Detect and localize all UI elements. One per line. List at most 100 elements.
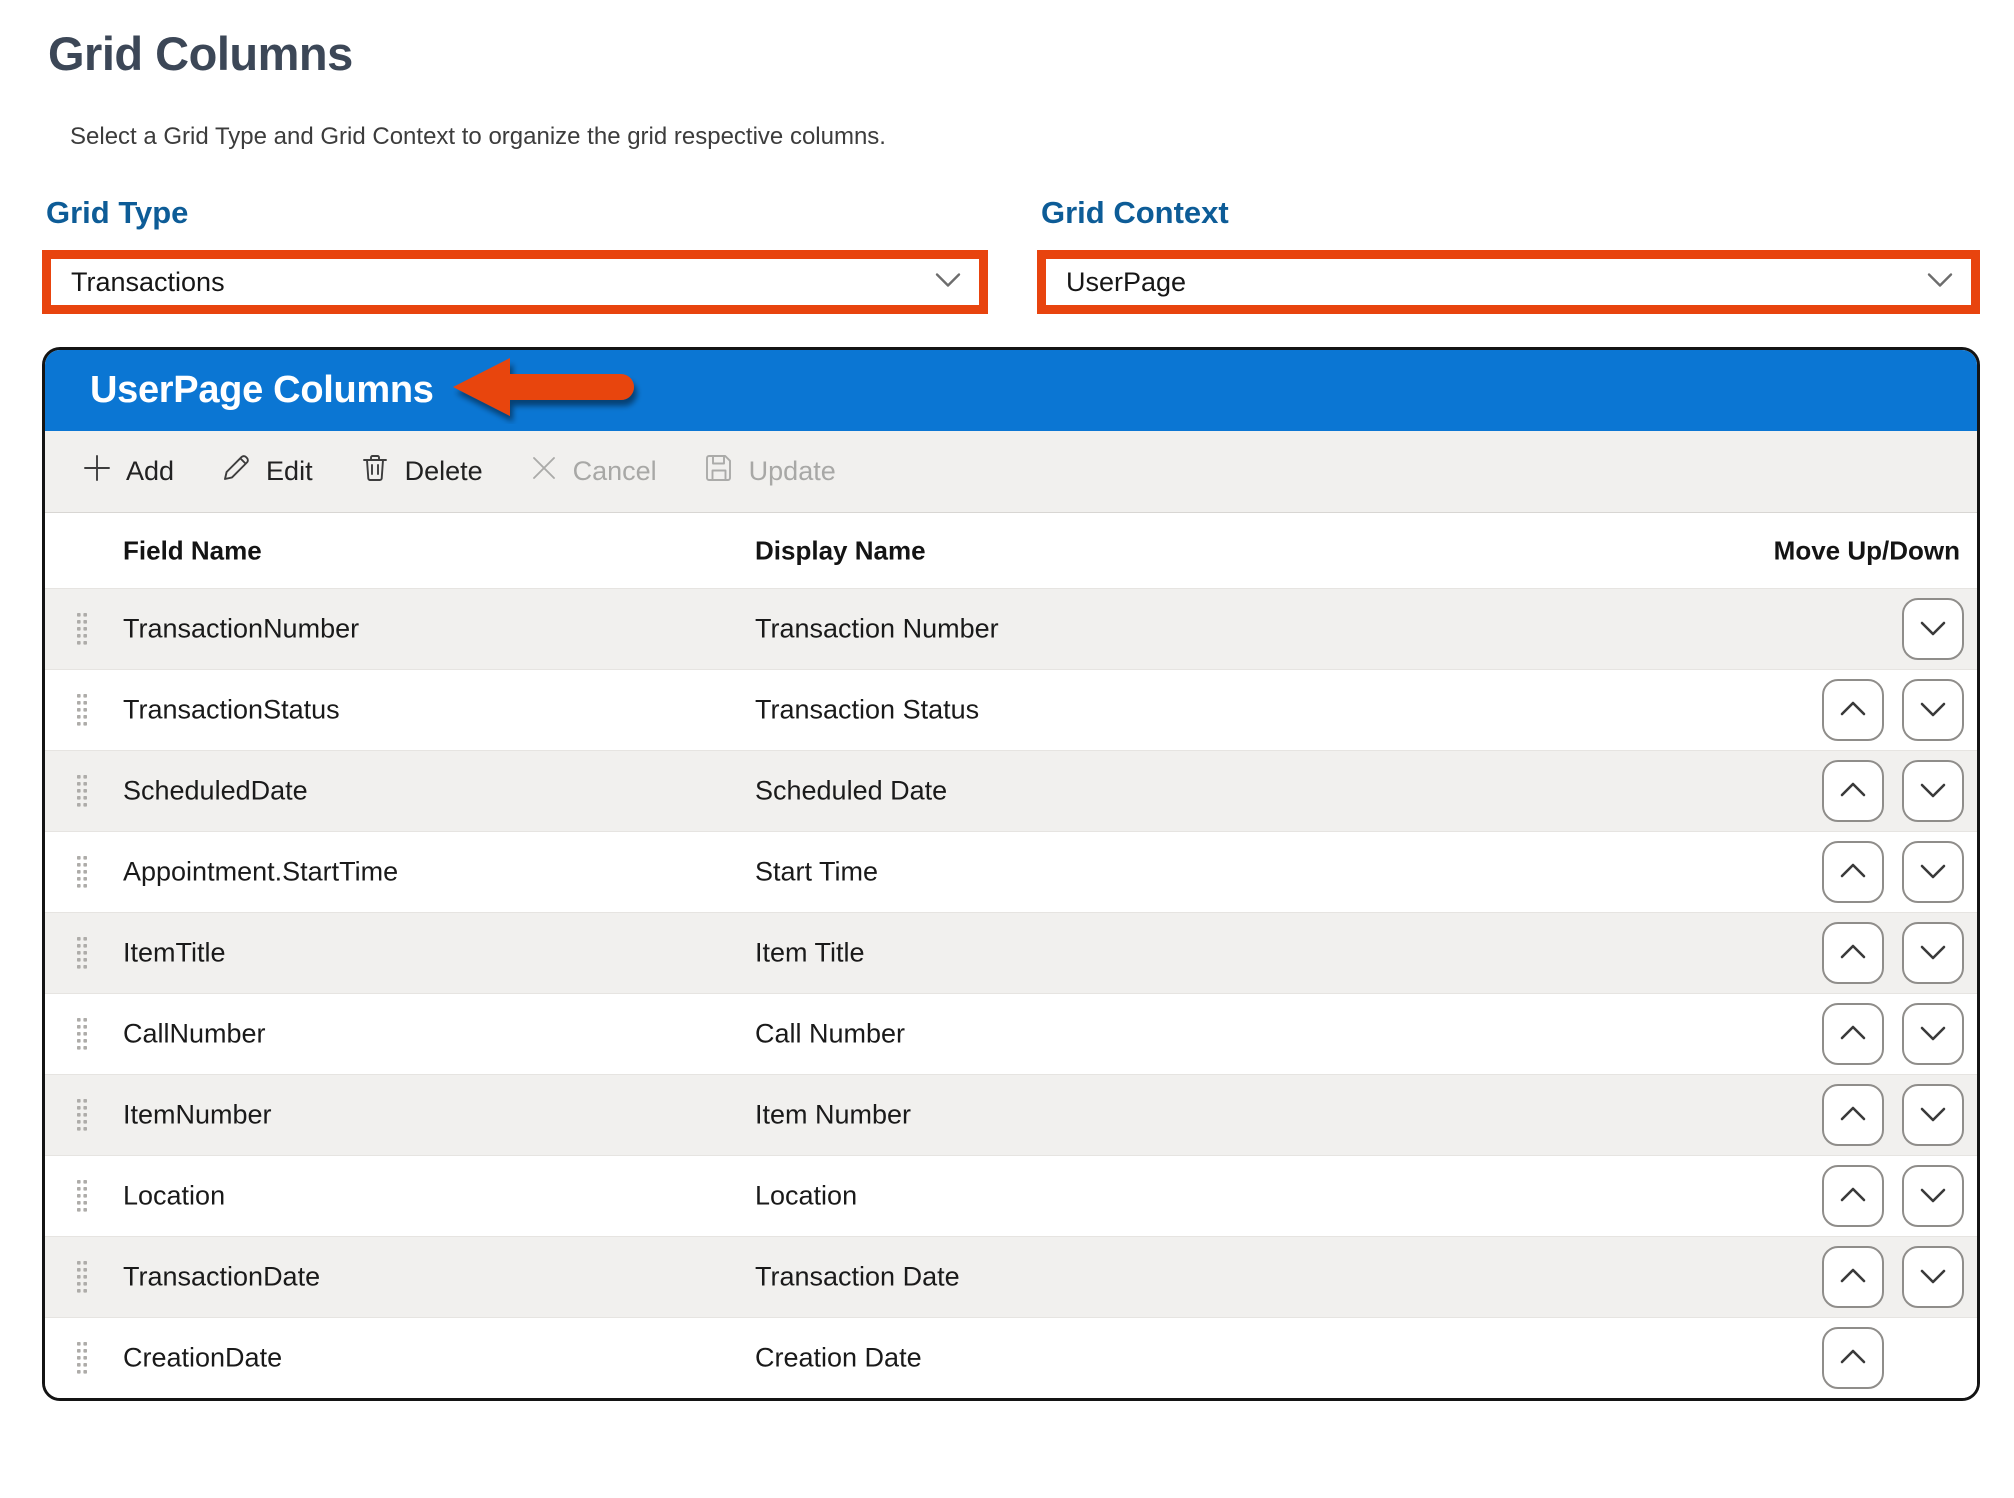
move-up-button[interactable] bbox=[1822, 1003, 1884, 1065]
chevron-down-icon bbox=[1917, 1104, 1949, 1127]
drag-handle-icon[interactable] bbox=[76, 612, 88, 646]
display-name-cell: Call Number bbox=[755, 1019, 905, 1050]
display-name-cell: Transaction Date bbox=[755, 1262, 960, 1293]
add-button[interactable]: Add bbox=[82, 453, 174, 490]
chevron-up-icon bbox=[1837, 942, 1869, 965]
chevron-down-icon bbox=[1925, 267, 1955, 298]
display-name-cell: Start Time bbox=[755, 857, 878, 888]
display-name-cell: Transaction Number bbox=[755, 614, 999, 645]
drag-handle-icon[interactable] bbox=[76, 855, 88, 889]
move-up-button[interactable] bbox=[1822, 1327, 1884, 1389]
delete-button[interactable]: Delete bbox=[359, 452, 483, 491]
table-row: TransactionDate Transaction Date bbox=[45, 1236, 1977, 1317]
display-name-cell: Scheduled Date bbox=[755, 776, 947, 807]
move-down-button[interactable] bbox=[1902, 598, 1964, 660]
move-up-button[interactable] bbox=[1822, 1246, 1884, 1308]
chevron-down-icon bbox=[1917, 780, 1949, 803]
move-up-button[interactable] bbox=[1822, 760, 1884, 822]
move-down-button[interactable] bbox=[1902, 841, 1964, 903]
drag-handle-icon[interactable] bbox=[76, 1017, 88, 1051]
move-down-button[interactable] bbox=[1902, 1084, 1964, 1146]
table-row: Location Location bbox=[45, 1155, 1977, 1236]
move-up-button[interactable] bbox=[1822, 679, 1884, 741]
display-name-header: Display Name bbox=[755, 535, 926, 566]
chevron-down-icon bbox=[1917, 1023, 1949, 1046]
display-name-cell: Transaction Status bbox=[755, 695, 979, 726]
field-name-cell: Location bbox=[123, 1181, 225, 1212]
x-icon bbox=[529, 453, 559, 490]
field-name-cell: ItemTitle bbox=[123, 938, 226, 969]
field-name-cell: ScheduledDate bbox=[123, 776, 308, 807]
move-down-button[interactable] bbox=[1902, 1165, 1964, 1227]
move-buttons bbox=[1822, 841, 1964, 903]
move-down-button[interactable] bbox=[1902, 760, 1964, 822]
grid-toolbar: Add Edit Delete Cancel Update bbox=[45, 431, 1977, 513]
move-down-button[interactable] bbox=[1902, 1003, 1964, 1065]
field-name-cell: TransactionDate bbox=[123, 1262, 320, 1293]
field-name-cell: TransactionStatus bbox=[123, 695, 340, 726]
move-up-button[interactable] bbox=[1822, 922, 1884, 984]
table-row: TransactionStatus Transaction Status bbox=[45, 669, 1977, 750]
move-buttons bbox=[1822, 1003, 1964, 1065]
field-name-cell: CallNumber bbox=[123, 1019, 266, 1050]
chevron-up-icon bbox=[1837, 1023, 1869, 1046]
grid-context-group: Grid Context UserPage bbox=[1037, 195, 1980, 314]
grid-type-group: Grid Type Transactions bbox=[42, 195, 988, 314]
edit-button-label: Edit bbox=[266, 456, 313, 487]
update-button-label: Update bbox=[749, 456, 836, 487]
drag-handle-icon[interactable] bbox=[76, 693, 88, 727]
table-body: TransactionNumber Transaction Number bbox=[45, 588, 1977, 1398]
drag-handle-icon[interactable] bbox=[76, 936, 88, 970]
annotation-arrow-icon bbox=[450, 356, 646, 429]
chevron-up-icon bbox=[1837, 1347, 1869, 1370]
page-subtitle: Select a Grid Type and Grid Context to o… bbox=[70, 123, 2014, 151]
display-name-cell: Creation Date bbox=[755, 1343, 922, 1374]
display-name-cell: Location bbox=[755, 1181, 857, 1212]
page-title: Grid Columns bbox=[48, 26, 2014, 81]
save-icon bbox=[703, 452, 735, 491]
move-down-button[interactable] bbox=[1902, 1246, 1964, 1308]
move-up-button[interactable] bbox=[1822, 1165, 1884, 1227]
field-name-cell: CreationDate bbox=[123, 1343, 282, 1374]
chevron-down-icon bbox=[1917, 942, 1949, 965]
chevron-down-icon bbox=[1917, 699, 1949, 722]
drag-handle-icon[interactable] bbox=[76, 1098, 88, 1132]
grid-type-dropdown[interactable]: Transactions bbox=[42, 250, 988, 314]
chevron-up-icon bbox=[1837, 1104, 1869, 1127]
grid-context-dropdown[interactable]: UserPage bbox=[1037, 250, 1980, 314]
table-row: ScheduledDate Scheduled Date bbox=[45, 750, 1977, 831]
table-row: CreationDate Creation Date bbox=[45, 1317, 1977, 1398]
move-down-button[interactable] bbox=[1902, 679, 1964, 741]
chevron-down-icon bbox=[1917, 1185, 1949, 1208]
field-name-cell: Appointment.StartTime bbox=[123, 857, 398, 888]
drag-handle-icon[interactable] bbox=[76, 1341, 88, 1375]
grid-context-value: UserPage bbox=[1066, 267, 1186, 298]
move-up-button[interactable] bbox=[1822, 1084, 1884, 1146]
table-row: ItemTitle Item Title bbox=[45, 912, 1977, 993]
update-button[interactable]: Update bbox=[703, 452, 836, 491]
grid-type-label: Grid Type bbox=[42, 195, 988, 231]
field-name-cell: ItemNumber bbox=[123, 1100, 272, 1131]
edit-button[interactable]: Edit bbox=[220, 452, 313, 491]
plus-icon bbox=[82, 453, 112, 490]
grid-type-value: Transactions bbox=[71, 267, 225, 298]
move-buttons bbox=[1822, 922, 1964, 984]
chevron-down-icon bbox=[1917, 1266, 1949, 1289]
move-buttons bbox=[1822, 1165, 1964, 1227]
drag-handle-icon[interactable] bbox=[76, 774, 88, 808]
drag-handle-icon[interactable] bbox=[76, 1179, 88, 1213]
move-buttons bbox=[1822, 1246, 1964, 1308]
panel-title: UserPage Columns bbox=[90, 369, 434, 412]
columns-panel: UserPage Columns Add Edit bbox=[42, 347, 1980, 1401]
move-buttons bbox=[1822, 1084, 1964, 1146]
table-row: TransactionNumber Transaction Number bbox=[45, 588, 1977, 669]
table-row: ItemNumber Item Number bbox=[45, 1074, 1977, 1155]
chevron-up-icon bbox=[1837, 699, 1869, 722]
move-up-button[interactable] bbox=[1822, 841, 1884, 903]
drag-handle-icon[interactable] bbox=[76, 1260, 88, 1294]
grid-context-label: Grid Context bbox=[1037, 195, 1980, 231]
chevron-up-icon bbox=[1837, 1266, 1869, 1289]
move-down-button[interactable] bbox=[1902, 922, 1964, 984]
move-buttons bbox=[1822, 679, 1964, 741]
cancel-button[interactable]: Cancel bbox=[529, 453, 657, 490]
